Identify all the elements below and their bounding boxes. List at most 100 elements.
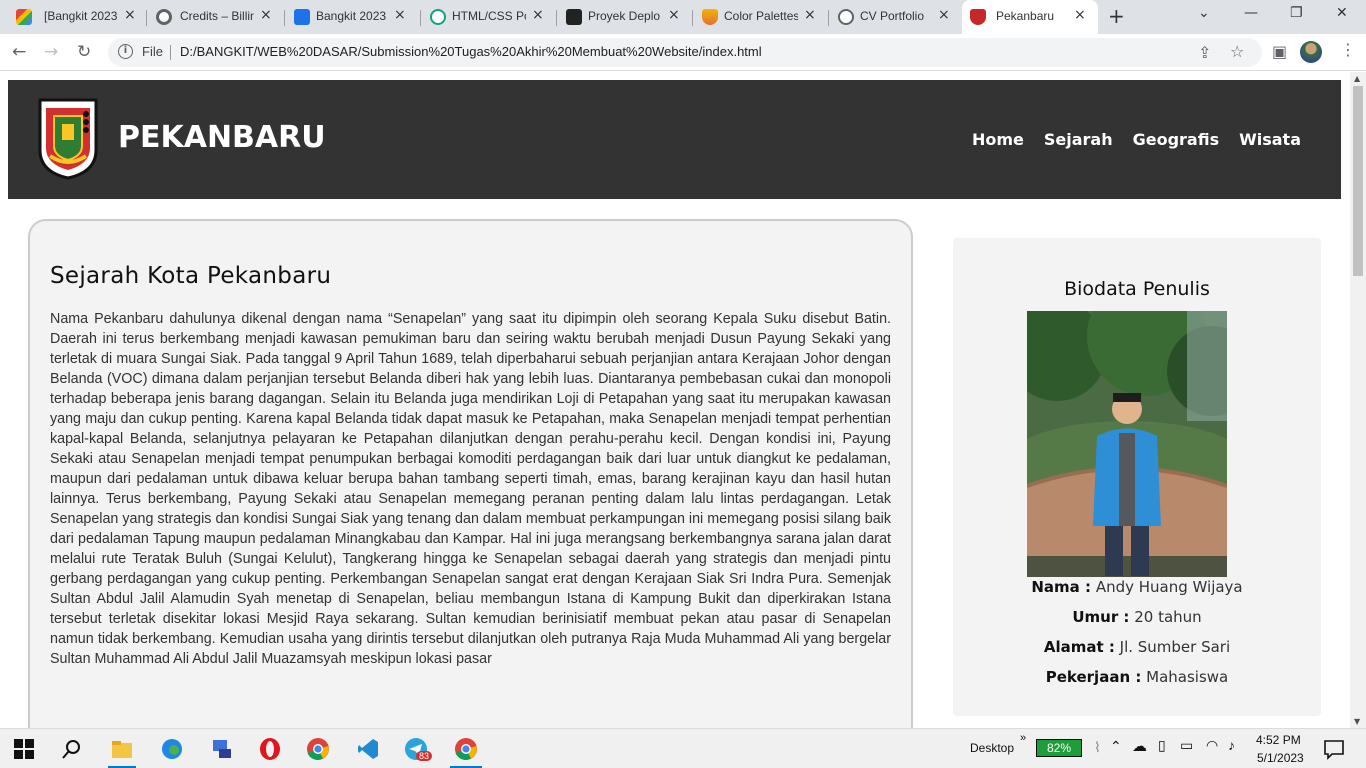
pekanbaru-logo [38, 98, 98, 180]
toolbar-chevron-icon[interactable]: » [1020, 732, 1026, 744]
notification-icon[interactable] [1322, 737, 1346, 761]
tab-divider [556, 10, 557, 26]
nav-wisata[interactable]: Wisata [1239, 130, 1301, 149]
tab-title: [Bangkit 2023 [44, 9, 118, 23]
close-icon[interactable]: × [532, 7, 544, 23]
tab-title: Color Palettes [724, 9, 798, 23]
close-icon[interactable]: × [804, 7, 816, 23]
info-icon[interactable]: i [118, 44, 133, 59]
tab-title: Pekanbaru [996, 9, 1055, 23]
tab-title: HTML/CSS Po [452, 9, 526, 23]
close-window-icon[interactable]: ✕ [1336, 5, 1348, 21]
site-header: PEKANBARU Home Sejarah Geografis Wisata [8, 80, 1341, 199]
tab-search-icon[interactable]: ⌄ [1198, 5, 1210, 21]
tab-title: CV Portfolio [860, 9, 925, 23]
article-title: Sejarah Kota Pekanbaru [50, 263, 332, 289]
desktop-toolbar-label[interactable]: Desktop [970, 741, 1014, 755]
nav-sejarah[interactable]: Sejarah [1044, 130, 1113, 149]
new-tab-button[interactable]: + [1108, 4, 1125, 28]
pekanbaru-crest-icon [970, 9, 986, 25]
telegram-badge: 83 [416, 751, 433, 761]
gmail-icon [16, 9, 32, 25]
side-panel-icon[interactable]: ▣ [1272, 42, 1287, 61]
article-body: Nama Pekanbaru dahulunya dikenal dengan … [50, 311, 891, 667]
tab-title: Credits – Billin [180, 9, 254, 23]
forward-arrow-icon[interactable]: → [44, 42, 58, 62]
palette-icon [702, 9, 718, 25]
wifi-icon[interactable]: ◠ [1206, 737, 1218, 754]
tab-bangkit-2023[interactable]: Bangkit 2023 × [286, 0, 418, 34]
bio-value: Jl. Sumber Sari [1119, 638, 1231, 656]
share-icon[interactable]: ⇪ [1198, 43, 1211, 62]
edge-icon[interactable] [160, 737, 184, 761]
vscode-icon[interactable] [356, 737, 380, 761]
bio-job-row: Pekerjaan : Mahasiswa [953, 668, 1321, 686]
tab-cv-portfolio[interactable]: CV Portfolio × [830, 0, 960, 34]
page-scrollbar[interactable]: ▲ ▼ [1350, 72, 1366, 728]
bio-label: Alamat : [1043, 638, 1115, 656]
tab-divider [692, 10, 693, 26]
chrome-profile-icon[interactable] [454, 737, 478, 761]
reload-icon[interactable]: ↻ [77, 42, 91, 62]
clock-time[interactable]: 4:52 PM [1256, 733, 1301, 747]
windows-taskbar: 83 Desktop » 82% ⌇ ⌃ ☁ ▯ ▭ ◠ ♪ 4:52 PM 5… [0, 728, 1366, 768]
nav-geografis[interactable]: Geografis [1133, 130, 1220, 149]
search-icon[interactable] [60, 737, 84, 761]
close-icon[interactable]: × [938, 7, 950, 23]
bookmark-star-icon[interactable]: ☆ [1230, 42, 1244, 61]
nav-home[interactable]: Home [972, 130, 1024, 149]
menu-kebab-icon[interactable]: ⋮ [1340, 40, 1356, 59]
bio-value: Mahasiswa [1146, 668, 1229, 686]
url-text[interactable]: D:/BANGKIT/WEB%20DASAR/Submission%20Tuga… [180, 44, 762, 59]
tab-color-palettes[interactable]: Color Palettes × [694, 0, 826, 34]
phone-link-icon[interactable]: ▯ [1158, 737, 1166, 754]
tab-title: Proyek Deplo [588, 9, 661, 23]
pen-icon[interactable]: ⌇ [1094, 739, 1101, 756]
network-settings-icon[interactable] [210, 737, 234, 761]
browser-toolbar: ← → ↻ i File D:/BANGKIT/WEB%20DASAR/Subm… [0, 34, 1366, 71]
web-page-viewport: PEKANBARU Home Sejarah Geografis Wisata … [0, 72, 1350, 728]
opera-icon[interactable] [258, 737, 282, 761]
tab-proyek-deploy[interactable]: Proyek Deplo × [558, 0, 690, 34]
battery-meter[interactable]: 82% [1036, 739, 1082, 757]
restore-icon[interactable]: ❐ [1290, 5, 1303, 21]
battery-icon[interactable]: ▭ [1180, 737, 1193, 754]
close-icon[interactable]: × [260, 7, 272, 23]
browser-tab-strip: [Bangkit 2023 × Credits – Billin × Bangk… [0, 0, 1366, 34]
volume-icon[interactable]: ♪ [1228, 737, 1235, 753]
bio-label: Umur : [1072, 608, 1130, 626]
bio-age-row: Umur : 20 tahun [953, 608, 1321, 626]
tab-html-css[interactable]: HTML/CSS Po × [422, 0, 554, 34]
site-brand[interactable]: PEKANBARU [118, 120, 326, 155]
scrollbar-thumb[interactable] [1353, 86, 1363, 276]
clock-date[interactable]: 5/1/2023 [1257, 751, 1304, 765]
divider [170, 45, 171, 60]
chrome-icon[interactable] [306, 737, 330, 761]
bio-title: Biodata Penulis [1064, 278, 1210, 300]
back-arrow-icon[interactable]: ← [12, 42, 26, 62]
profile-avatar[interactable] [1300, 41, 1322, 63]
tab-bangkit-gmail[interactable]: [Bangkit 2023 × [8, 0, 144, 34]
address-bar[interactable]: i File D:/BANGKIT/WEB%20DASAR/Submission… [108, 38, 1262, 67]
tab-divider [420, 10, 421, 26]
bio-name-row: Nama : Andy Huang Wijaya [953, 578, 1321, 596]
site-nav: Home Sejarah Geografis Wisata [972, 130, 1301, 149]
close-icon[interactable]: × [1074, 7, 1086, 23]
chatgpt-icon [430, 9, 446, 25]
close-icon[interactable]: × [124, 7, 136, 23]
cloud-icon[interactable]: ☁ [1132, 737, 1147, 755]
windows-start-icon[interactable] [12, 737, 36, 761]
close-icon[interactable]: × [394, 7, 406, 23]
tab-pekanbaru[interactable]: Pekanbaru × [962, 0, 1098, 34]
tab-credits-billing[interactable]: Credits – Billin × [148, 0, 282, 34]
bio-label: Pekerjaan : [1045, 668, 1142, 686]
scroll-down-icon[interactable]: ▼ [1354, 717, 1360, 726]
minimize-icon[interactable]: — [1244, 5, 1258, 21]
close-icon[interactable]: × [668, 7, 680, 23]
bio-label: Nama : [1031, 578, 1092, 596]
scroll-up-icon[interactable]: ▲ [1354, 74, 1360, 83]
dicoding-icon [566, 9, 582, 25]
file-explorer-icon[interactable] [110, 737, 134, 761]
file-scheme-label: File [142, 44, 163, 59]
tray-up-arrow-icon[interactable]: ⌃ [1110, 738, 1122, 755]
